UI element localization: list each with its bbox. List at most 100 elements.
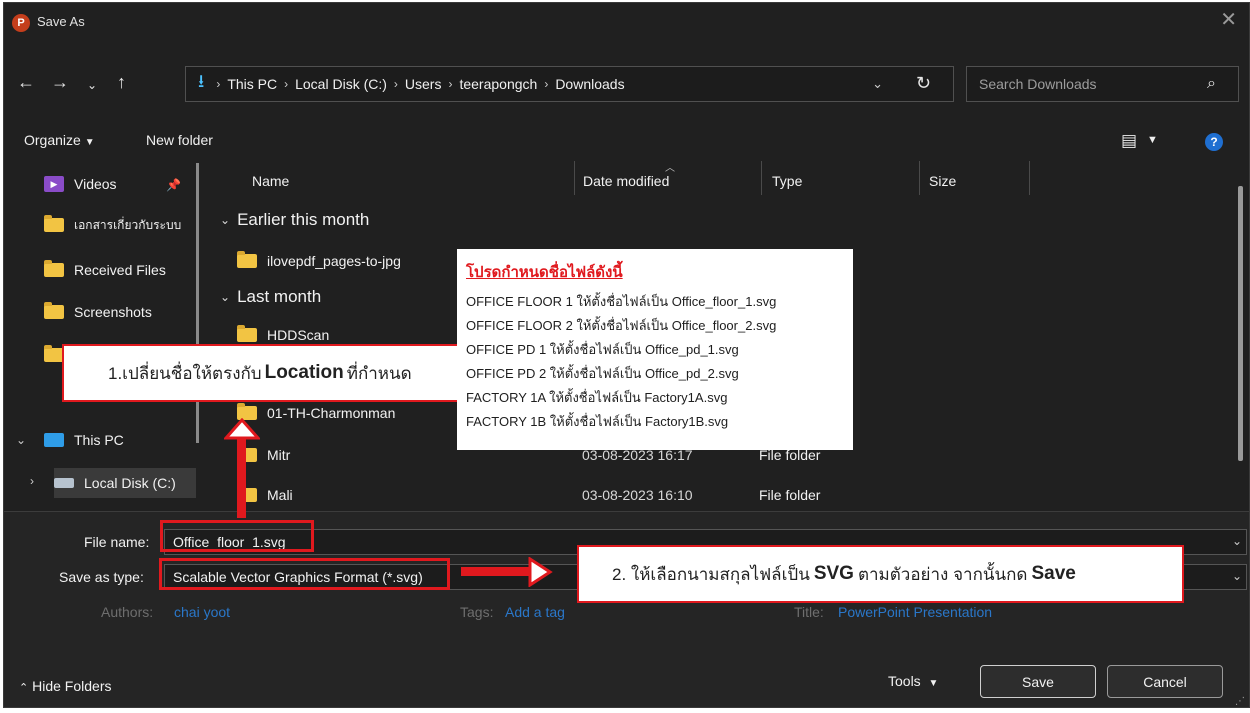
up-arrow-icon[interactable]: ↑	[117, 71, 126, 93]
close-icon[interactable]: ✕	[1220, 10, 1237, 30]
chevron-down-icon[interactable]: ⌄	[1232, 569, 1242, 583]
column-divider[interactable]	[761, 161, 762, 195]
hide-folders-button[interactable]: ⌃ Hide Folders	[19, 678, 111, 694]
chevron-up-icon: ⌃	[19, 682, 29, 694]
navigation-bar: ← → ⌄ ↑ ⭳ › This PC › Local Disk (C:) › …	[4, 61, 1249, 105]
group-earlier-this-month[interactable]: ⌄ Earlier this month	[220, 210, 369, 230]
breadcrumb-this-pc[interactable]: This PC	[227, 76, 277, 92]
note-line: FACTORY 1A ให้ตั้งชื่อไฟล์เป็น Factory1A…	[466, 390, 728, 405]
file-name: HDDScan	[267, 327, 330, 343]
file-name-highlight	[160, 520, 314, 552]
breadcrumb-separator: ›	[284, 77, 289, 91]
address-history-chevron-icon[interactable]: ⌄	[872, 76, 883, 92]
breadcrumb-users[interactable]: Users	[405, 76, 442, 92]
chevron-down-icon: ⌄	[220, 290, 231, 304]
hide-folders-label: Hide Folders	[32, 678, 112, 694]
file-list-scrollbar[interactable]	[1238, 186, 1243, 461]
command-bar: Organize ▼ New folder ▤ ▼ ?	[4, 128, 1249, 158]
title-label: Title:	[794, 604, 824, 620]
column-header-row: Name ︿ Date modified Type Size	[209, 161, 1234, 201]
sidebar-item-label: เอกสารเกี่ยวกับระบบ	[74, 217, 182, 232]
save-button[interactable]: Save	[980, 665, 1096, 698]
file-naming-note: โปรดกำหนดชื่อไฟล์ดังนี้ OFFICE FLOOR 1 ใ…	[457, 249, 853, 450]
callout-text: 2. ให้เลือกนามสกุลไฟล์เป็น	[612, 564, 810, 584]
column-date-modified[interactable]: Date modified	[583, 173, 669, 189]
forward-arrow-icon[interactable]: →	[51, 71, 69, 93]
folder-icon	[237, 325, 257, 342]
resize-grip-icon[interactable]: ⋰	[1235, 696, 1245, 707]
sidebar-item-received-files[interactable]: Received Files	[44, 258, 166, 282]
new-folder-button[interactable]: New folder	[146, 132, 213, 148]
sort-caret-icon: ︿	[665, 163, 675, 174]
group-last-month[interactable]: ⌄ Last month	[220, 287, 321, 307]
arrow-right-shaft	[461, 567, 529, 576]
folder-icon	[237, 251, 257, 268]
title-value[interactable]: PowerPoint Presentation	[838, 604, 992, 620]
folder-icon	[44, 260, 64, 277]
breadcrumb-separator: ›	[393, 77, 398, 91]
organize-button[interactable]: Organize ▼	[24, 132, 95, 148]
caret-down-icon: ▼	[84, 137, 95, 148]
column-size[interactable]: Size	[929, 173, 956, 189]
arrow-right-head-icon	[528, 557, 553, 587]
sidebar-item-label: This PC	[74, 432, 124, 448]
expand-local-disk-icon[interactable]: ›	[30, 474, 34, 488]
note-title: โปรดกำหนดชื่อไฟล์ดังนี้	[466, 264, 623, 281]
view-caret-icon[interactable]: ▼	[1147, 134, 1158, 146]
back-arrow-icon[interactable]: ←	[17, 71, 35, 93]
note-line: OFFICE PD 2 ให้ตั้งชื่อไฟล์เป็น Office_p…	[466, 366, 739, 381]
sidebar-item-local-disk[interactable]: Local Disk (C:)	[54, 468, 196, 498]
address-bar[interactable]: ⭳ › This PC › Local Disk (C:) › Users › …	[185, 66, 954, 102]
column-divider[interactable]	[1029, 161, 1030, 195]
arrow-up-head-icon	[224, 418, 260, 440]
help-icon[interactable]: ?	[1205, 133, 1223, 151]
authors-value[interactable]: chai yoot	[174, 604, 230, 620]
file-row[interactable]: 01-TH-Charmonman	[237, 401, 395, 425]
sidebar-item-screenshots[interactable]: Screenshots	[44, 300, 152, 324]
video-folder-icon: ▶	[44, 176, 64, 192]
tags-label: Tags:	[460, 604, 494, 620]
sidebar-item-system-docs[interactable]: เอกสารเกี่ยวกับระบบ	[44, 213, 181, 237]
file-name: Mali	[267, 487, 293, 503]
column-type[interactable]: Type	[772, 173, 802, 189]
folder-icon	[44, 302, 64, 319]
tools-button[interactable]: Tools ▼	[888, 673, 938, 689]
sidebar-item-label: Local Disk (C:)	[84, 475, 176, 491]
tags-value[interactable]: Add a tag	[505, 604, 565, 620]
breadcrumb-separator: ›	[216, 77, 221, 91]
callout-rename: 1.เปลี่ยนชื่อให้ตรงกับ Location ที่กำหนด	[62, 344, 459, 402]
sidebar-item-this-pc[interactable]: This PC	[44, 428, 124, 452]
column-divider[interactable]	[574, 161, 575, 195]
caret-down-icon: ▼	[928, 678, 939, 689]
chevron-down-icon: ⌄	[220, 213, 231, 227]
column-name[interactable]: Name	[252, 173, 289, 189]
breadcrumb-user[interactable]: teerapongch	[459, 76, 537, 92]
organize-label: Organize	[24, 132, 81, 148]
downloads-icon: ⭳	[198, 71, 205, 91]
callout-text: 1.เปลี่ยนชื่อให้ตรงกับ	[108, 363, 262, 383]
file-name-label: File name:	[84, 534, 150, 550]
note-line: OFFICE FLOOR 1 ให้ตั้งชื่อไฟล์เป็น Offic…	[466, 294, 777, 309]
save-type-label: Save as type:	[59, 569, 144, 585]
chevron-down-icon[interactable]: ⌄	[1232, 534, 1242, 548]
refresh-icon[interactable]: ↻	[916, 73, 931, 94]
authors-label: Authors:	[101, 604, 154, 620]
save-type-highlight	[159, 558, 450, 590]
cancel-button[interactable]: Cancel	[1107, 665, 1223, 698]
breadcrumb-local-disk[interactable]: Local Disk (C:)	[295, 76, 387, 92]
search-input[interactable]: Search Downloads ⌕	[966, 66, 1239, 102]
sidebar-item-videos[interactable]: ▶ Videos	[44, 172, 117, 196]
sidebar-item-label: Screenshots	[74, 304, 152, 320]
breadcrumb-downloads[interactable]: Downloads	[555, 76, 624, 92]
title-bar: P Save As ✕	[4, 3, 1249, 41]
search-icon: ⌕	[1207, 75, 1216, 92]
expand-this-pc-icon[interactable]: ⌄	[16, 433, 26, 447]
folder-icon	[44, 215, 64, 232]
view-options-icon[interactable]: ▤	[1121, 131, 1137, 151]
column-divider[interactable]	[919, 161, 920, 195]
arrow-up-shaft	[237, 432, 246, 518]
file-row[interactable]: ilovepdf_pages-to-jpg	[237, 249, 401, 273]
pin-icon[interactable]: 📌	[166, 178, 181, 192]
recent-locations-chevron-icon[interactable]: ⌄	[87, 74, 97, 96]
group-label: Earlier this month	[237, 210, 370, 229]
